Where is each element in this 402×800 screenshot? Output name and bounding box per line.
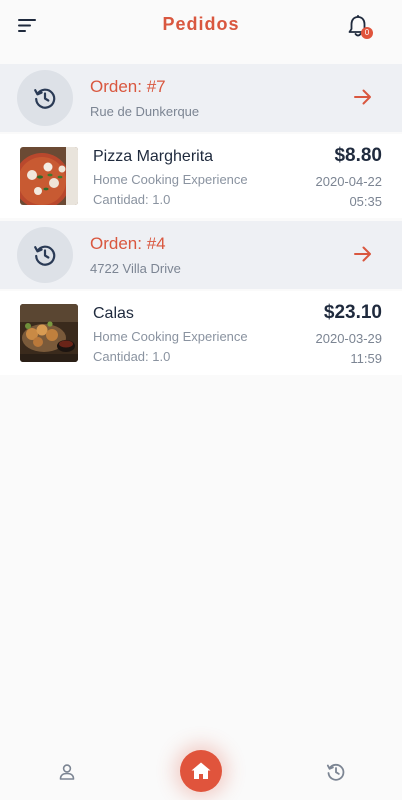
history-clock-icon [17, 70, 73, 126]
arrow-right-icon[interactable] [352, 86, 374, 108]
bottom-navigation [0, 744, 402, 800]
item-quantity: Cantidad: 1.0 [93, 192, 171, 207]
order-item-row[interactable]: Pizza Margherita Home Cooking Experience… [0, 134, 402, 218]
user-icon[interactable] [55, 760, 79, 784]
item-time: 11:59 [350, 351, 382, 366]
order-header-4[interactable]: Orden: #4 4722 Villa Drive [0, 221, 402, 289]
order-address: 4722 Villa Drive [90, 261, 181, 276]
calas-image [20, 304, 78, 362]
order-address: Rue de Dunkerque [90, 104, 200, 119]
item-date: 2020-04-22 [315, 174, 383, 189]
order-item-row[interactable]: Calas Home Cooking Experience Cantidad: … [0, 291, 402, 375]
order-title: Orden: #7 [90, 77, 166, 96]
history-icon[interactable] [324, 760, 348, 784]
notification-badge: 0 [361, 27, 373, 39]
app-header: Pedidos 0 [0, 0, 402, 52]
item-name: Calas [93, 305, 134, 322]
item-price: $8.80 [334, 145, 382, 166]
home-icon[interactable] [180, 750, 222, 792]
item-restaurant: Home Cooking Experience [93, 329, 248, 344]
arrow-right-icon[interactable] [352, 243, 374, 265]
orders-screen: Pedidos 0 Orden: #7 Rue de Dunkerque Piz… [0, 0, 402, 800]
history-clock-icon [17, 227, 73, 283]
order-header-7[interactable]: Orden: #7 Rue de Dunkerque [0, 64, 402, 132]
pizza-image [20, 147, 78, 205]
item-restaurant: Home Cooking Experience [93, 172, 248, 187]
order-title: Orden: #4 [90, 234, 166, 253]
bell-icon[interactable]: 0 [344, 12, 374, 42]
item-quantity: Cantidad: 1.0 [93, 349, 171, 364]
item-time: 05:35 [349, 194, 382, 209]
item-name: Pizza Margherita [93, 148, 214, 165]
item-date: 2020-03-29 [315, 331, 383, 346]
item-price: $23.10 [323, 302, 382, 323]
page-title: Pedidos [162, 14, 240, 34]
